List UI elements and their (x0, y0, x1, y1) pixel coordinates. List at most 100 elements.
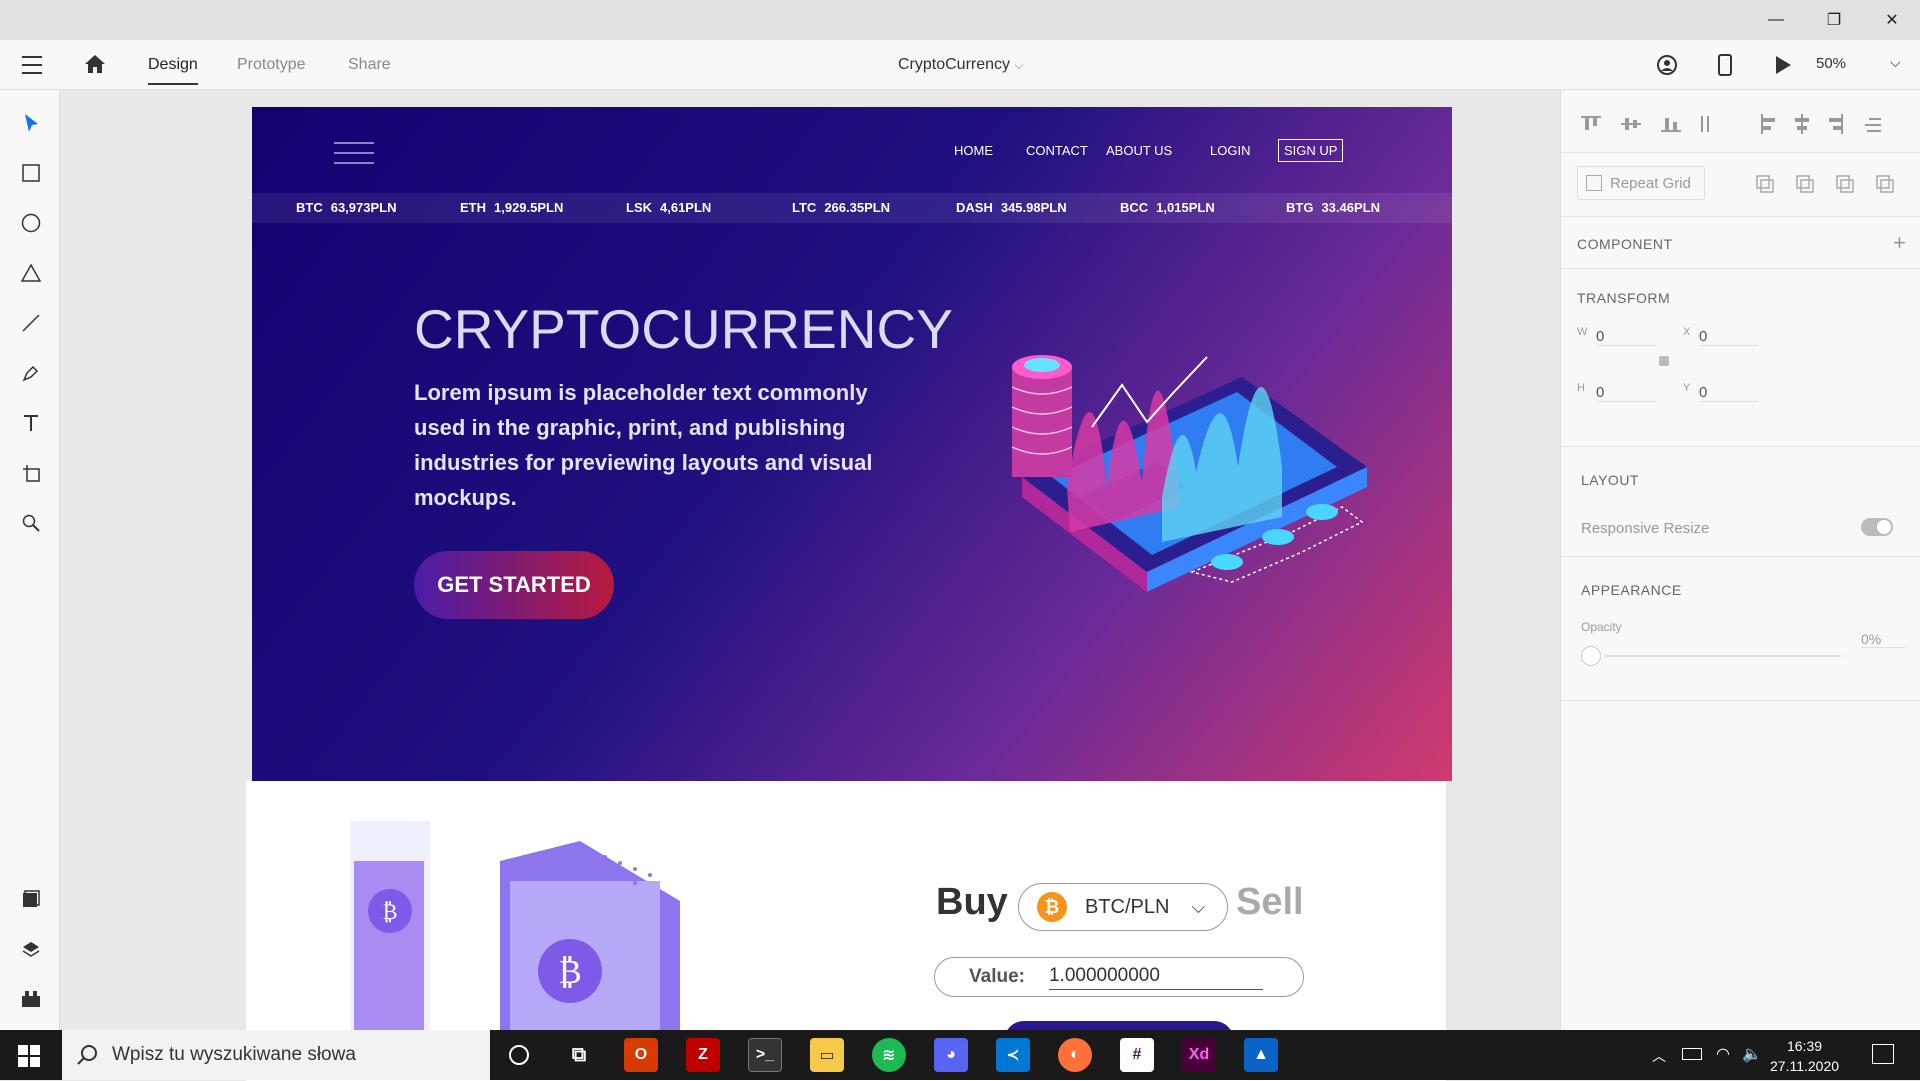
nav-login[interactable]: LOGIN (1210, 143, 1250, 158)
terminal-icon[interactable]: >_ (748, 1038, 782, 1072)
cortana-icon[interactable] (502, 1038, 536, 1072)
hero-title: CRYPTOCURRENCY (414, 298, 953, 360)
window-titlebar: — ❐ ✕ (0, 0, 1920, 40)
nav-contact[interactable]: CONTACT (1026, 143, 1088, 158)
site-hamburger-icon[interactable] (334, 142, 374, 164)
layers-icon[interactable] (18, 936, 44, 962)
opacity-slider-track[interactable] (1605, 655, 1841, 657)
document-title[interactable]: CryptoCurrency ⌵ (898, 56, 1024, 74)
photos-icon[interactable]: ▲ (1244, 1038, 1278, 1072)
ticker-item: BCC 1,015PLN (1120, 200, 1215, 215)
app-toolbar: Design Prototype Share CryptoCurrency ⌵ … (0, 40, 1920, 90)
task-view-icon[interactable]: ⧉ (562, 1038, 596, 1072)
lock-aspect-icon[interactable] (1659, 356, 1669, 366)
notifications-icon[interactable] (1872, 1044, 1894, 1064)
tab-share[interactable]: Share (348, 56, 391, 74)
windows-start-icon[interactable] (18, 1045, 40, 1067)
tray-chevron-up-icon[interactable]: ︿ (1652, 1046, 1666, 1066)
office-icon[interactable]: O (624, 1038, 658, 1072)
buy-tab[interactable]: Buy (936, 881, 1008, 924)
get-started-button[interactable]: GET STARTED (414, 551, 614, 619)
svg-text:₿: ₿ (382, 900, 397, 925)
clock-time: 16:39 (1786, 1038, 1823, 1054)
home-icon[interactable] (84, 54, 106, 74)
y-input[interactable]: 0 (1699, 384, 1759, 402)
spotify-icon[interactable]: ≋ (872, 1038, 906, 1072)
ticker-item: ETH 1,929.5PLN (460, 200, 564, 215)
system-clock[interactable]: 16:39 27.11.2020 (1770, 1036, 1839, 1076)
transform-heading: TRANSFORM (1577, 290, 1671, 306)
ticker-item: BTG 33.46PLN (1286, 200, 1380, 215)
repeat-grid-button[interactable]: Repeat Grid (1577, 166, 1705, 200)
align-tools-icon[interactable] (1581, 114, 1881, 134)
ticker-item: LSK 4,61PLN (626, 200, 712, 215)
minimize-button[interactable]: — (1756, 6, 1796, 34)
boolean-ops-icon[interactable] (1755, 174, 1895, 194)
x-label: X (1683, 326, 1691, 338)
artboard-icon[interactable] (18, 460, 44, 486)
discord-icon[interactable]: ◕ (934, 1038, 968, 1072)
assets-icon[interactable] (18, 886, 44, 912)
line-icon[interactable] (18, 310, 44, 336)
taskbar-search[interactable]: Wpisz tu wyszukiwane słowa (62, 1030, 490, 1080)
play-icon[interactable] (1774, 55, 1792, 75)
bitcoin-illustration: ₿ ₿ (350, 821, 680, 1041)
document-title-text: CryptoCurrency (898, 56, 1011, 73)
hero-section[interactable]: HOME CONTACT ABOUT US LOGIN SIGN UP BTC 6… (252, 107, 1452, 781)
opacity-slider-thumb[interactable] (1581, 646, 1601, 666)
filezilla-icon[interactable]: Z (686, 1038, 720, 1072)
width-input[interactable]: 0 (1596, 328, 1656, 346)
mobile-preview-icon[interactable] (1718, 54, 1732, 76)
ticker-item: DASH 345.98PLN (956, 200, 1067, 215)
tab-design[interactable]: Design (148, 56, 198, 85)
ellipse-icon[interactable] (18, 210, 44, 236)
nav-home[interactable]: HOME (954, 143, 993, 158)
slack-icon[interactable]: # (1120, 1038, 1154, 1072)
volume-icon[interactable]: 🔈 (1742, 1044, 1762, 1064)
nav-sign-up[interactable]: SIGN UP (1278, 139, 1344, 162)
zoom-icon[interactable] (18, 510, 44, 536)
y-label: Y (1683, 382, 1691, 394)
firefox-icon[interactable]: ◐ (1058, 1038, 1092, 1072)
add-component-icon[interactable]: + (1893, 230, 1906, 256)
battery-icon[interactable] (1682, 1048, 1702, 1060)
repeat-grid-label: Repeat Grid (1610, 174, 1691, 192)
ticker-item: LTC 266.35PLN (792, 200, 891, 215)
text-icon[interactable] (18, 410, 44, 436)
crypto-illustration (1011, 355, 1367, 592)
tab-prototype[interactable]: Prototype (237, 56, 305, 74)
height-input[interactable]: 0 (1596, 384, 1656, 402)
select-icon[interactable] (18, 110, 44, 136)
wifi-icon[interactable]: ◠ (1716, 1044, 1730, 1064)
opacity-input[interactable]: 0% (1861, 631, 1905, 648)
height-label: H (1577, 382, 1585, 394)
value-input[interactable]: 1.000000000 (1048, 965, 1263, 990)
sell-tab[interactable]: Sell (1236, 881, 1304, 924)
hero-description: Lorem ipsum is placeholder text commonly… (414, 380, 873, 510)
user-icon[interactable] (1656, 54, 1678, 76)
plugins-icon[interactable] (18, 986, 44, 1012)
zoom-chevron-icon[interactable]: ⌵ (1890, 54, 1901, 71)
zoom-level[interactable]: 50% (1816, 55, 1846, 72)
responsive-resize-label: Responsive Resize (1581, 520, 1710, 537)
clock-date: 27.11.2020 (1770, 1058, 1840, 1074)
menu-icon[interactable] (22, 56, 42, 74)
adobe-xd-icon[interactable]: Xd (1182, 1038, 1216, 1072)
file-explorer-icon[interactable]: ▭ (810, 1038, 844, 1072)
value-label: Value: (969, 966, 1025, 987)
nav-about-us[interactable]: ABOUT US (1106, 143, 1172, 158)
maximize-button[interactable]: ❐ (1814, 6, 1854, 34)
responsive-resize-toggle[interactable] (1861, 518, 1893, 536)
tools-panel (0, 90, 60, 1030)
vscode-icon[interactable]: ≺ (996, 1038, 1030, 1072)
x-input[interactable]: 0 (1699, 328, 1759, 346)
currency-pair-select[interactable]: ₿ BTC/PLN ⌵ (1018, 883, 1228, 931)
width-label: W (1577, 326, 1588, 338)
pen-icon[interactable] (18, 360, 44, 386)
bitcoin-icon: ₿ (1037, 892, 1067, 922)
svg-text:₿: ₿ (558, 952, 582, 992)
polygon-icon[interactable] (18, 260, 44, 286)
rectangle-icon[interactable] (18, 160, 44, 186)
close-button[interactable]: ✕ (1872, 6, 1912, 34)
value-field[interactable]: Value: 1.000000000 (934, 957, 1304, 997)
